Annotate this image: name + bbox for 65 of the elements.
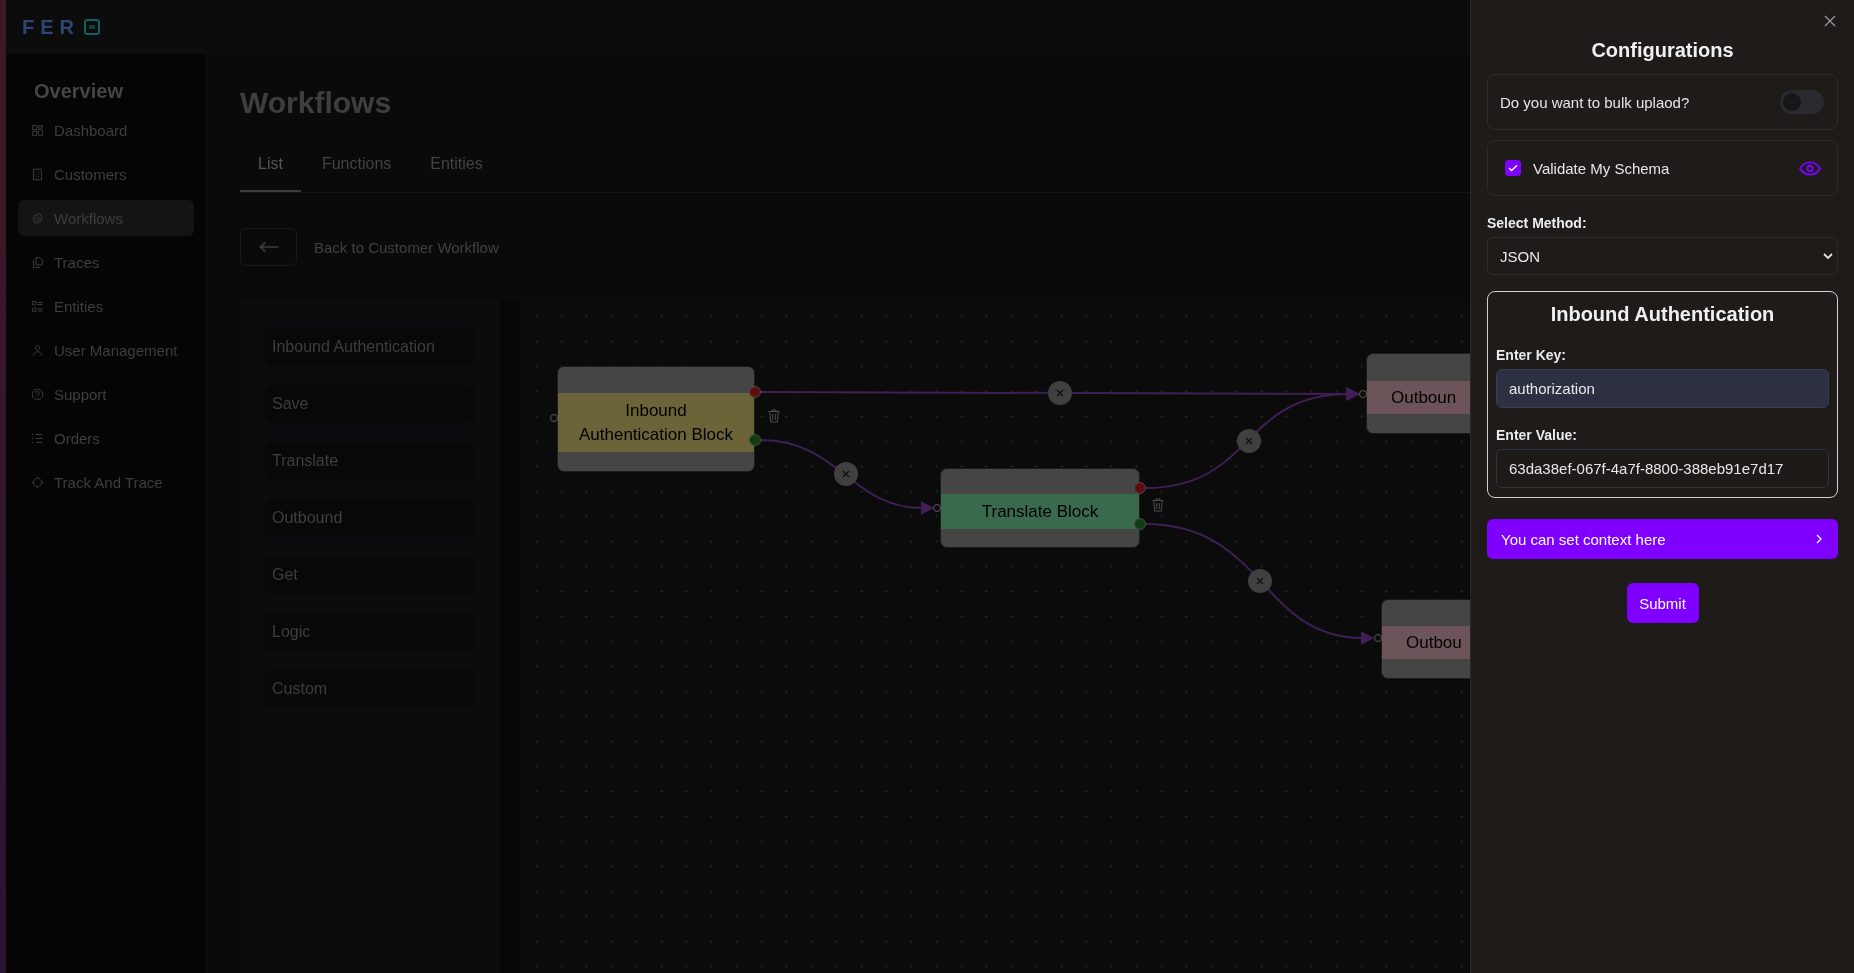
list-icon — [31, 431, 44, 445]
section-title: Inbound Authentication — [1550, 302, 1775, 326]
remove-connection-button[interactable] — [1248, 569, 1272, 593]
remove-connection-button[interactable] — [1237, 429, 1261, 453]
validate-checkbox[interactable] — [1505, 160, 1521, 176]
copy-icon — [31, 255, 44, 269]
grid-icon — [31, 123, 44, 137]
close-icon — [1056, 389, 1064, 397]
trash-icon[interactable] — [768, 409, 780, 423]
key-input[interactable]: authorization — [1496, 369, 1829, 408]
sidebar-item[interactable]: Support — [18, 376, 194, 412]
checkmark-icon — [1508, 164, 1518, 172]
sidebar-item[interactable]: Customers — [18, 156, 194, 192]
context-button[interactable]: You can set context here — [1487, 519, 1838, 559]
gear-icon — [31, 211, 44, 225]
value-label: Enter Value: — [1496, 426, 1577, 444]
back-button[interactable] — [240, 228, 297, 266]
sidebar-item[interactable]: Orders — [18, 420, 194, 456]
sidebar-heading: Overview — [33, 80, 124, 102]
arrow-left-icon — [258, 241, 279, 253]
sidebar-item[interactable]: Entities — [18, 288, 194, 324]
sidebar-item[interactable]: Traces — [18, 244, 194, 280]
logo-mark-icon — [84, 19, 100, 35]
person-icon — [31, 343, 44, 357]
question-circle-icon — [31, 387, 44, 401]
close-icon[interactable] — [1824, 15, 1836, 27]
tab[interactable]: Entities — [412, 140, 501, 192]
tab[interactable]: List — [240, 140, 301, 192]
input-port-icon[interactable] — [1374, 634, 1382, 642]
input-port-icon[interactable] — [933, 504, 941, 512]
submit-button[interactable]: Submit — [1626, 583, 1699, 623]
eye-icon[interactable] — [1799, 160, 1821, 176]
node-label: Outbou — [1382, 626, 1470, 659]
node-label: Translate Block — [941, 494, 1139, 529]
input-port-icon[interactable] — [550, 414, 558, 422]
close-icon — [842, 470, 850, 478]
remove-connection-button[interactable] — [1048, 381, 1072, 405]
validate-schema-label: Validate My Schema — [1533, 159, 1671, 177]
remove-connection-button[interactable] — [834, 462, 858, 486]
select-method-label: Select Method: — [1487, 214, 1587, 232]
logo-text: FER — [22, 17, 80, 37]
chevron-right-icon — [1816, 534, 1822, 544]
bulk-upload-label: Do you want to bulk uplaod? — [1500, 93, 1691, 111]
sidebar-item[interactable]: User Management — [18, 332, 194, 368]
key-label: Enter Key: — [1496, 346, 1567, 364]
sidebar-item[interactable]: Dashboard — [18, 112, 194, 148]
value-input[interactable]: 63da38ef-067f-4a7f-8800-388eb91e7d17 — [1496, 449, 1829, 488]
sidebar-item[interactable]: Track And Trace — [18, 464, 194, 500]
close-icon — [1256, 577, 1264, 585]
building-icon — [31, 167, 44, 181]
chevron-down-icon — [1823, 253, 1833, 259]
node-label: Inbound Authentication Block — [558, 393, 754, 452]
workflow-node[interactable]: Translate Block — [940, 468, 1140, 548]
crosshair-icon — [31, 475, 44, 489]
workflow-node[interactable]: Inbound Authentication Block — [557, 366, 755, 472]
workflow-node[interactable]: Outbou — [1381, 599, 1470, 679]
tab[interactable]: Functions — [303, 140, 410, 192]
trash-icon[interactable] — [1152, 498, 1164, 512]
panel-title: Configurations — [1591, 38, 1734, 62]
node-label: Outboun — [1367, 381, 1470, 414]
input-port-icon[interactable] — [1359, 390, 1367, 398]
close-icon — [1245, 437, 1253, 445]
method-select[interactable]: JSON — [1487, 237, 1838, 275]
workflow-node[interactable]: Outboun — [1366, 353, 1470, 434]
grid-list-icon — [31, 299, 44, 313]
